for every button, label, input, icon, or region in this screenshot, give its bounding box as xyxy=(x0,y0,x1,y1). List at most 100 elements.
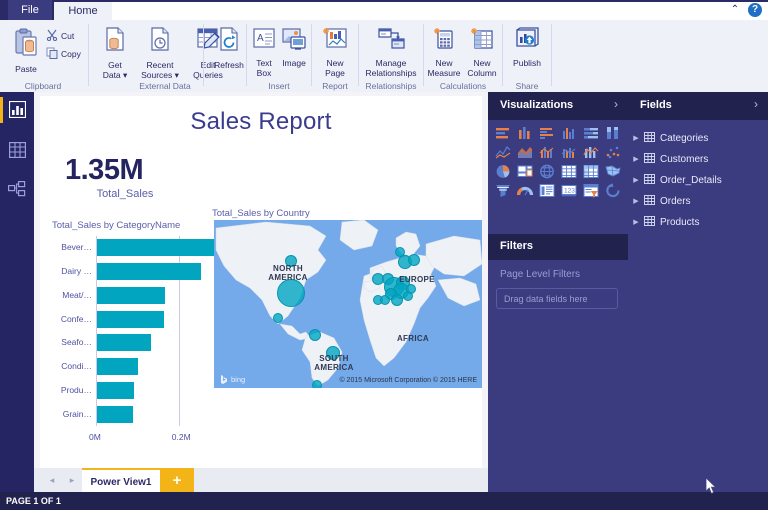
stacked-bar-chart-icon[interactable] xyxy=(492,124,514,143)
bar-chart-bar[interactable]: Dairy … xyxy=(61,263,201,281)
collapse-glyph: ⌃ xyxy=(730,4,740,15)
area-chart-icon[interactable] xyxy=(514,143,536,162)
manage-relationships-button[interactable]: Manage Relationships xyxy=(362,26,420,78)
page-tab-power-view1[interactable]: Power View1 xyxy=(82,468,160,494)
line-clustered-column-icon[interactable] xyxy=(580,143,602,162)
next-page-icon[interactable]: ▸ xyxy=(62,471,82,489)
matrix-icon[interactable] xyxy=(580,162,602,181)
paste-button[interactable]: Paste xyxy=(8,28,44,75)
filters-dropzone[interactable]: Drag data fields here xyxy=(496,288,618,309)
map-bubble[interactable] xyxy=(312,380,322,388)
chevron-up-icon[interactable]: ⌃ xyxy=(728,4,742,16)
refresh-icon xyxy=(216,26,242,59)
chevron-right-icon[interactable]: › xyxy=(614,97,618,111)
ribbon-separator xyxy=(551,24,552,86)
recent-sources-button[interactable]: Recent Sources ▾ xyxy=(136,26,184,80)
line-chart-icon[interactable] xyxy=(492,143,514,162)
sidebar-item-data-view[interactable] xyxy=(0,132,34,172)
map-bubble[interactable] xyxy=(406,284,416,294)
text-box-button[interactable]: A Text Box xyxy=(250,26,278,78)
new-column-button[interactable]: New Column xyxy=(463,26,501,78)
bar-chart-bar[interactable]: Bever… xyxy=(61,239,216,257)
field-table-row[interactable]: ▶ Products xyxy=(628,212,768,232)
treemap-icon[interactable] xyxy=(514,162,536,181)
map-bubble[interactable] xyxy=(309,329,321,341)
cut-button[interactable]: Cut xyxy=(46,28,74,46)
new-page-button[interactable]: New Page xyxy=(317,26,353,78)
multi-row-card-icon[interactable]: 123 xyxy=(558,181,580,200)
field-table-row[interactable]: ▶ Orders xyxy=(628,191,768,211)
fields-pane-header[interactable]: Fields › xyxy=(628,92,768,120)
bar-chart-bar[interactable]: Meat/… xyxy=(62,286,165,304)
image-icon xyxy=(281,26,307,57)
map-bubble[interactable] xyxy=(380,295,390,305)
bar-chart[interactable]: Bever… Dairy … Meat/… Confe… Seafo… Condi… Pro… xyxy=(52,232,232,446)
clustered-bar-chart-icon[interactable] xyxy=(536,124,558,143)
filled-map-icon[interactable] xyxy=(558,162,580,181)
100-stacked-column-chart-icon[interactable] xyxy=(602,124,624,143)
chevron-right-icon[interactable]: ▶ xyxy=(628,155,644,163)
field-table-row[interactable]: ▶ Order_Details xyxy=(628,170,768,190)
ribbon-group-share: Publish Share xyxy=(504,20,550,92)
tab-home[interactable]: Home xyxy=(54,2,112,20)
refresh-button[interactable]: Refresh xyxy=(210,26,248,71)
chevron-right-icon[interactable]: › xyxy=(754,97,758,111)
pie-chart-icon[interactable] xyxy=(492,162,514,181)
chevron-right-icon[interactable]: ▶ xyxy=(628,218,644,226)
tab-file[interactable]: File xyxy=(8,0,52,20)
gauge-icon[interactable] xyxy=(514,181,536,200)
ribbon-separator xyxy=(423,24,424,86)
card-icon[interactable] xyxy=(536,181,558,200)
funnel-map-icon[interactable] xyxy=(602,162,624,181)
clustered-column-chart-icon[interactable] xyxy=(558,124,580,143)
map-bubble[interactable] xyxy=(277,279,305,307)
new-measure-button[interactable]: New Measure xyxy=(425,26,463,78)
fields-pane: Fields › ▶ Categories ▶ Customers ▶ Order_Det… xyxy=(628,92,768,492)
page-nav-buttons[interactable]: ◂ ▸ xyxy=(42,471,82,489)
ribbon-tabstrip-filler xyxy=(112,2,768,20)
funnel-icon[interactable] xyxy=(492,181,514,200)
slicer-icon[interactable] xyxy=(580,181,602,200)
image-button[interactable]: Image xyxy=(278,26,310,69)
report-page[interactable]: Sales Report 1.35M Total_Sales Total_Sal… xyxy=(40,96,482,486)
map-icon[interactable] xyxy=(536,162,558,181)
100-stacked-bar-chart-icon[interactable] xyxy=(580,124,602,143)
bar-chart-category-label: Meat/… xyxy=(62,289,92,300)
sidebar-item-relationships-view[interactable] xyxy=(0,172,34,212)
ribbon-separator xyxy=(502,24,503,86)
visualizations-pane-header[interactable]: Visualizations › xyxy=(488,92,628,120)
map-bubble[interactable] xyxy=(391,294,403,306)
stacked-area-chart-icon[interactable] xyxy=(536,143,558,162)
ribbon-separator xyxy=(88,24,89,86)
field-table-row[interactable]: ▶ Categories xyxy=(628,128,768,148)
field-table-label: Categories xyxy=(660,132,709,144)
help-icon[interactable]: ? xyxy=(748,3,762,17)
r-visual-icon[interactable] xyxy=(602,181,624,200)
stacked-column-chart-icon[interactable] xyxy=(514,124,536,143)
chevron-right-icon[interactable]: ▶ xyxy=(628,176,644,184)
bar-chart-category-label: Dairy … xyxy=(61,266,92,277)
chevron-right-icon[interactable]: ▶ xyxy=(628,197,644,205)
map-visual[interactable]: NORTH AMERICA SOUTH AMERICA AFRICA EUROPE … xyxy=(214,220,482,388)
filters-pane-header[interactable]: Filters xyxy=(488,234,628,260)
map-bubble[interactable] xyxy=(408,254,420,266)
add-page-button[interactable]: + xyxy=(160,468,194,492)
bar-chart-bar[interactable]: Grain… xyxy=(63,405,133,423)
field-table-row[interactable]: ▶ Customers xyxy=(628,149,768,169)
bar-chart-bar[interactable]: Seafo… xyxy=(61,334,152,352)
get-data-button[interactable]: Get Data ▾ xyxy=(96,26,134,80)
view-switcher-rail xyxy=(0,92,34,492)
visualizations-title: Visualizations xyxy=(500,99,574,111)
line-stacked-column-icon[interactable] xyxy=(558,143,580,162)
bar-chart-bar[interactable]: Confe… xyxy=(61,310,165,328)
chevron-right-icon[interactable]: ▶ xyxy=(628,134,644,142)
bar-chart-bar[interactable]: Condi… xyxy=(61,358,139,376)
publish-button[interactable]: Publish xyxy=(508,26,546,69)
sidebar-item-report-view[interactable] xyxy=(0,92,34,132)
copy-button[interactable]: Copy xyxy=(46,46,81,64)
bar-chart-bar[interactable]: Produ… xyxy=(61,381,134,399)
prev-page-icon[interactable]: ◂ xyxy=(42,471,62,489)
status-text: PAGE 1 OF 1 xyxy=(6,496,61,506)
map-bubble[interactable] xyxy=(273,313,283,323)
scatter-chart-icon[interactable] xyxy=(602,143,624,162)
